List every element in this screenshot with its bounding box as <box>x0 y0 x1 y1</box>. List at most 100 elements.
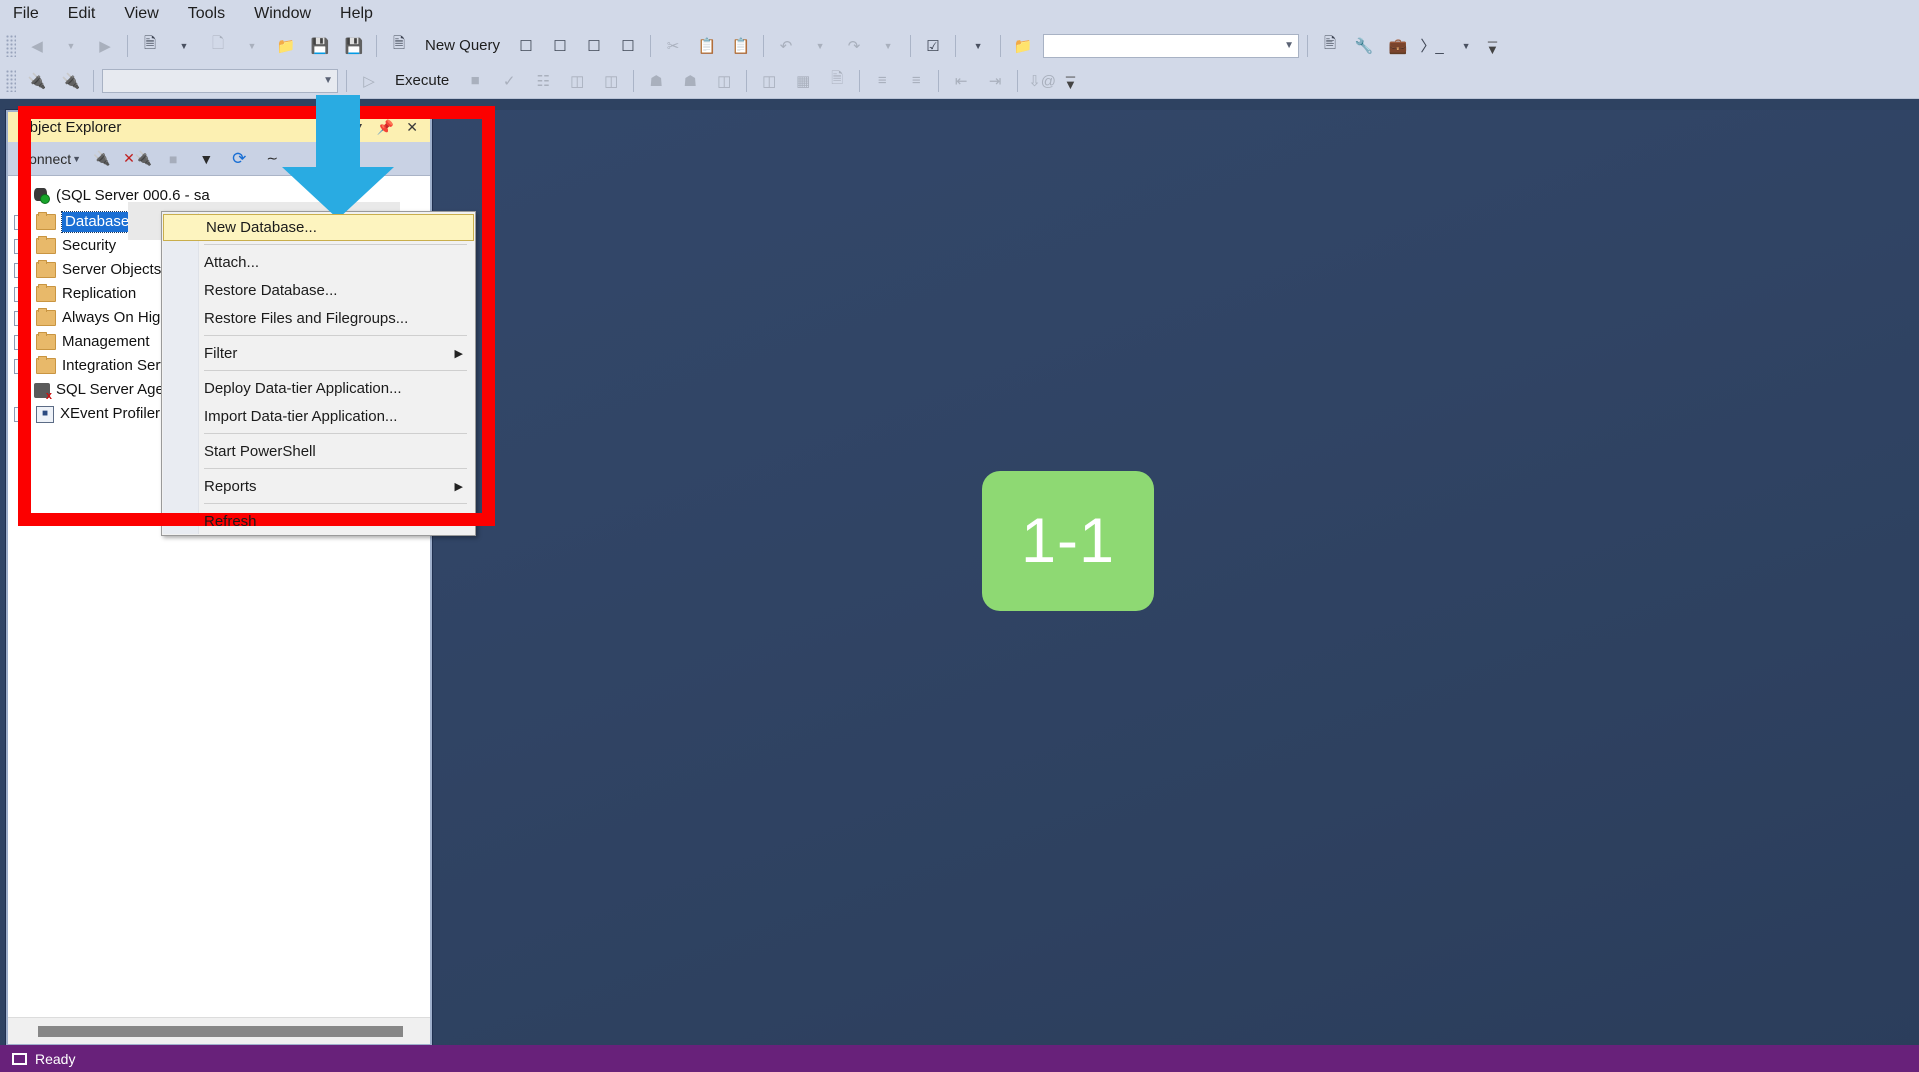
sqlcmd-mode-icon[interactable]: ⇩@ <box>1024 67 1060 95</box>
include-actual-plan-icon[interactable]: ◫ <box>561 67 593 95</box>
stop-icon[interactable]: ■ <box>158 147 188 171</box>
menu-item-import-data-tier-application[interactable]: Import Data-tier Application... <box>162 402 475 430</box>
new-project-dropdown-icon[interactable]: ▼ <box>168 32 200 60</box>
menu-item-refresh[interactable]: Refresh <box>162 507 475 535</box>
expander-plus-icon[interactable]: + <box>14 358 29 374</box>
menu-item-deploy-data-tier-application[interactable]: Deploy Data-tier Application... <box>162 374 475 402</box>
chevron-down-icon[interactable]: ▼ <box>345 119 371 135</box>
forward-arrow-icon[interactable]: ▶︎ <box>89 32 121 60</box>
toolbar-overflow-chevron-icon[interactable]: ─ ▼ <box>1486 35 1499 56</box>
query-options-icon[interactable]: ☗ <box>640 67 672 95</box>
decrease-indent-icon[interactable]: ⇤ <box>945 67 977 95</box>
scrollbar-thumb[interactable] <box>38 1025 403 1037</box>
expander-plus-icon[interactable]: + <box>14 334 29 350</box>
expander-plus-icon[interactable]: + <box>14 286 29 302</box>
menu-item-new-database[interactable]: New Database... <box>163 214 474 241</box>
execute-icon[interactable]: ▷ <box>353 67 385 95</box>
save-all-icon[interactable]: 💾 <box>338 32 370 60</box>
new-query-button[interactable]: New Query <box>417 32 508 60</box>
menu-item-restore-files-and-filegroups[interactable]: Restore Files and Filegroups... <box>162 304 475 332</box>
toolbar-separator <box>938 69 940 92</box>
solution-explorer-icon[interactable]: ☑ <box>917 32 949 60</box>
results-to-text-icon[interactable]: ◫ <box>753 67 785 95</box>
menu-item-help[interactable]: Help <box>327 1 386 27</box>
redo-dropdown-icon[interactable]: ▼ <box>872 32 904 60</box>
mdx-query-icon[interactable]: ☐ <box>510 32 542 60</box>
status-bar: Ready <box>0 1045 1919 1072</box>
dax-query-icon[interactable]: ☐ <box>612 32 644 60</box>
toolbar-separator <box>763 34 765 57</box>
uncomment-icon[interactable]: ≡ <box>900 67 932 95</box>
new-project-icon[interactable]: 🗎 <box>134 32 166 60</box>
toolbox-icon[interactable]: 💼 <box>1382 32 1414 60</box>
comment-icon[interactable]: ≡ <box>866 67 898 95</box>
available-databases-combo[interactable]: ▼ <box>102 68 338 93</box>
command-prompt-icon[interactable]: 〉_ <box>1416 32 1448 60</box>
undo-dropdown-icon[interactable]: ▼ <box>804 32 836 60</box>
copy-icon[interactable]: 📋 <box>691 32 723 60</box>
menu-item-start-powershell[interactable]: Start PowerShell <box>162 437 475 465</box>
menu-item-window[interactable]: Window <box>241 1 324 27</box>
close-icon[interactable]: ✕ <box>400 119 424 136</box>
pin-icon[interactable]: 📌 <box>371 119 400 136</box>
toolbar-overflow-icon[interactable]: ▼ <box>962 32 994 60</box>
menu-item-filter[interactable]: Filter ▶ <box>162 339 475 367</box>
open-file-icon[interactable]: 📁 <box>270 32 302 60</box>
back-arrow-icon[interactable]: ◀︎ <box>21 32 53 60</box>
new-item-icon[interactable]: 🗋 <box>202 32 234 60</box>
object-explorer-horizontal-scrollbar[interactable] <box>8 1017 430 1044</box>
back-dropdown-icon[interactable]: ▼ <box>55 32 87 60</box>
new-item-dropdown-icon[interactable]: ▼ <box>236 32 268 60</box>
new-query-icon[interactable]: 🗎 <box>383 32 415 60</box>
command-prompt-dropdown-icon[interactable]: ▼ <box>1450 32 1482 60</box>
expander-plus-icon[interactable]: + <box>14 214 29 230</box>
activity-monitor-icon[interactable]: ∼ <box>257 147 287 171</box>
results-to-grid-icon[interactable]: ▦ <box>787 67 819 95</box>
search-input[interactable]: ▼ <box>1043 33 1300 58</box>
visual-studio-window-icon[interactable]: 🖹 <box>1314 32 1346 60</box>
tree-node-label: Server Objects <box>62 261 162 278</box>
cut-icon[interactable]: ✂ <box>657 32 689 60</box>
status-icon <box>12 1052 27 1065</box>
menu-item-file[interactable]: File <box>0 1 52 27</box>
specify-values-icon[interactable]: ◫ <box>708 67 740 95</box>
include-client-statistics-icon[interactable]: ◫ <box>595 67 627 95</box>
menu-item-attach[interactable]: Attach... <box>162 248 475 276</box>
toolbar-grip[interactable] <box>6 69 16 92</box>
toolbar-grip[interactable] <box>6 34 16 57</box>
connect-icon[interactable]: 🔌 <box>21 67 53 95</box>
filter-icon[interactable]: ▼ <box>191 147 221 171</box>
find-icon[interactable]: 📁 <box>1007 32 1039 60</box>
stop-icon[interactable]: ■ <box>459 67 491 95</box>
parse-icon[interactable]: ✓ <box>493 67 525 95</box>
menu-item-restore-database[interactable]: Restore Database... <box>162 276 475 304</box>
connect-plug-icon[interactable]: 🔌 <box>87 147 117 171</box>
dmx-query-icon[interactable]: ☐ <box>544 32 576 60</box>
expander-plus-icon[interactable]: + <box>14 238 29 254</box>
display-estimated-plan-icon[interactable]: ☷ <box>527 67 559 95</box>
menu-item-reports[interactable]: Reports ▶ <box>162 472 475 500</box>
debug-icon[interactable]: ☗ <box>674 67 706 95</box>
toolbar-separator <box>910 34 912 57</box>
xmla-query-icon[interactable]: ☐ <box>578 32 610 60</box>
menu-item-view[interactable]: View <box>111 1 171 27</box>
disconnect-plug-icon[interactable]: ✕🔌 <box>120 147 155 171</box>
expander-plus-icon[interactable]: + <box>14 310 29 326</box>
redo-icon[interactable]: ↷ <box>838 32 870 60</box>
save-icon[interactable]: 💾 <box>304 32 336 60</box>
refresh-icon[interactable]: ⟳ <box>224 147 254 171</box>
menu-item-edit[interactable]: Edit <box>55 1 109 27</box>
expander-plus-icon[interactable]: + <box>14 406 29 422</box>
menu-item-tools[interactable]: Tools <box>175 1 238 27</box>
execute-button[interactable]: Execute <box>387 67 457 95</box>
results-to-file-icon[interactable]: 🗎 <box>821 67 853 95</box>
toolbar-overflow-chevron-icon[interactable]: ─ ▼ <box>1064 70 1077 91</box>
increase-indent-icon[interactable]: ⇥ <box>979 67 1011 95</box>
expander-plus-icon[interactable]: + <box>14 262 29 278</box>
tools-wrench-icon[interactable]: 🔧 <box>1348 32 1380 60</box>
xevent-profiler-icon: ■ <box>36 405 54 423</box>
undo-icon[interactable]: ↶ <box>770 32 802 60</box>
disconnect-icon[interactable]: 🔌 <box>55 67 87 95</box>
connect-dropdown-button[interactable]: Connect ▼ <box>16 147 84 171</box>
paste-icon[interactable]: 📋 <box>725 32 757 60</box>
